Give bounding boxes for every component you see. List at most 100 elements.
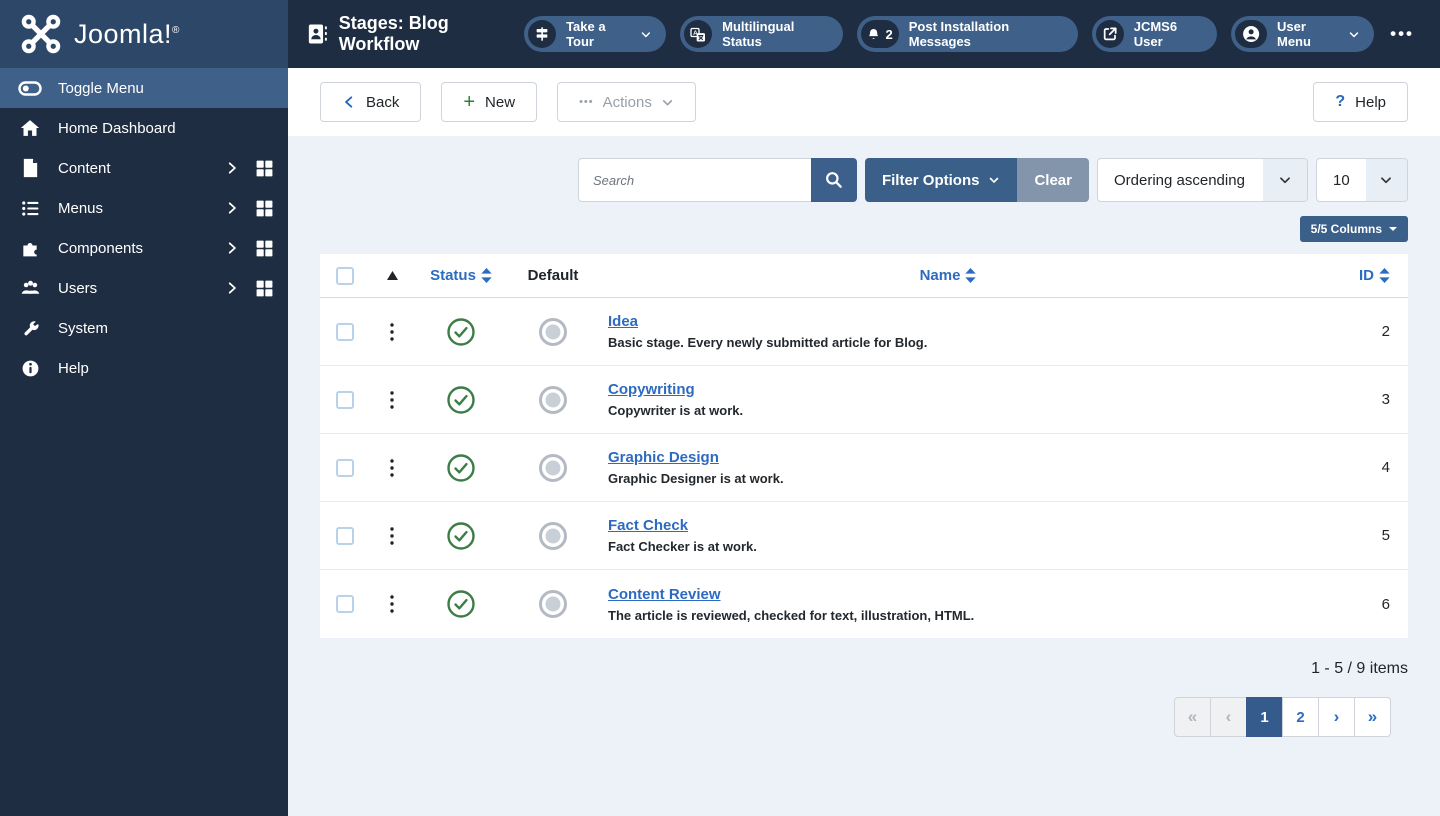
status-published-toggle[interactable] xyxy=(414,453,508,483)
row-checkbox[interactable] xyxy=(336,595,354,613)
status-published-toggle[interactable] xyxy=(414,589,508,619)
sidebar-item-label: Components xyxy=(58,239,144,257)
sidebar-item-system[interactable]: System xyxy=(0,308,288,348)
columns-label: 5/5 Columns xyxy=(1310,222,1382,236)
ordering-sort-header[interactable] xyxy=(370,271,414,280)
row-checkbox[interactable] xyxy=(336,390,354,409)
external-link-icon xyxy=(1095,20,1124,48)
new-button[interactable]: + New xyxy=(441,82,538,122)
stage-name-link[interactable]: Copywriting xyxy=(608,381,695,398)
pagination-first-button[interactable]: « xyxy=(1174,697,1211,737)
id-column-header[interactable]: ID xyxy=(1359,267,1390,284)
radio-circle-icon xyxy=(539,453,567,482)
post-installation-messages-button[interactable]: 2 Post Installation Messages xyxy=(857,16,1078,52)
default-toggle[interactable] xyxy=(508,589,598,619)
actions-button[interactable]: ••• Actions xyxy=(557,82,696,122)
status-column-header[interactable]: Status xyxy=(430,267,492,284)
table-row: Fact Check Fact Checker is at work. 5 xyxy=(320,502,1408,570)
stage-name-link[interactable]: Fact Check xyxy=(608,517,688,534)
status-published-toggle[interactable] xyxy=(414,521,508,551)
row-checkbox[interactable] xyxy=(336,322,354,341)
top-bar-pills: Take a Tour A Multilingual Status 2 Post… xyxy=(524,16,1375,52)
sidebar-item-content[interactable]: Content xyxy=(0,148,288,188)
chevron-down-icon xyxy=(1263,159,1307,201)
pagination-page-2-button[interactable]: 2 xyxy=(1282,697,1319,737)
page-title: Stages: Blog Workflow xyxy=(306,13,524,55)
default-toggle[interactable] xyxy=(508,317,598,347)
default-column-header: Default xyxy=(527,267,579,284)
sidebar-item-help[interactable]: Help xyxy=(0,348,288,388)
multilingual-status-label: Multilingual Status xyxy=(722,19,795,49)
status-published-toggle[interactable] xyxy=(414,385,508,415)
select-all-checkbox[interactable] xyxy=(336,266,354,285)
list-limit-select[interactable]: 10 xyxy=(1316,158,1408,202)
filter-options-button[interactable]: Filter Options xyxy=(864,158,1018,202)
registered-mark: ® xyxy=(172,24,180,36)
sidebar-item-components[interactable]: Components xyxy=(0,228,288,268)
pagination-last-button[interactable]: » xyxy=(1354,697,1391,737)
default-toggle[interactable] xyxy=(508,453,598,483)
stages-table: Status Default Name ID Idea Basic stage.… xyxy=(320,254,1408,638)
stage-id: 2 xyxy=(1381,323,1390,340)
row-checkbox[interactable] xyxy=(336,526,354,545)
stage-name-link[interactable]: Idea xyxy=(608,313,638,330)
user-menu-button[interactable]: User Menu xyxy=(1230,16,1375,52)
chevron-down-icon xyxy=(642,31,651,37)
clear-button[interactable]: Clear xyxy=(1017,158,1089,202)
wrench-icon xyxy=(18,319,42,338)
search-input[interactable] xyxy=(577,158,811,202)
drag-handle[interactable] xyxy=(370,458,414,477)
ordering-select[interactable]: Ordering ascending xyxy=(1097,158,1308,202)
search-button[interactable] xyxy=(810,158,857,202)
name-column-header[interactable]: Name xyxy=(920,267,977,284)
vertical-dots-icon xyxy=(390,526,394,545)
take-a-tour-button[interactable]: Take a Tour xyxy=(524,16,667,52)
columns-toggle-badge[interactable]: 5/5 Columns xyxy=(1299,216,1408,242)
list-icon xyxy=(18,199,42,218)
logo-text: Joomla!® xyxy=(74,18,180,49)
stage-name-link[interactable]: Graphic Design xyxy=(608,449,719,466)
default-toggle[interactable] xyxy=(508,521,598,551)
drag-handle[interactable] xyxy=(370,526,414,545)
sidebar-item-home-dashboard[interactable]: Home Dashboard xyxy=(0,108,288,148)
sidebar-item-toggle-menu[interactable]: Toggle Menu xyxy=(0,68,288,108)
dashboard-grid-icon[interactable] xyxy=(255,239,274,258)
ordering-value: Ordering ascending xyxy=(1114,171,1245,189)
sort-icon xyxy=(965,268,977,283)
pagination-prev-button[interactable]: ‹ xyxy=(1210,697,1247,737)
dashboard-grid-icon[interactable] xyxy=(255,199,274,218)
pagination-page-1-button[interactable]: 1 xyxy=(1246,697,1283,737)
new-label: New xyxy=(485,93,516,111)
sidebar-item-label: Menus xyxy=(58,199,104,217)
stage-description: Copywriter is at work. xyxy=(608,403,744,418)
vertical-dots-icon xyxy=(390,322,394,341)
results-counter: 1 - 5 / 9 items xyxy=(1311,660,1408,677)
sidebar-item-label: Help xyxy=(58,359,89,377)
sidebar-item-menus[interactable]: Menus xyxy=(0,188,288,228)
back-button[interactable]: Back xyxy=(320,82,422,122)
status-published-toggle[interactable] xyxy=(414,317,508,347)
help-button[interactable]: ? Help xyxy=(1313,82,1408,122)
take-a-tour-label: Take a Tour xyxy=(566,19,606,49)
dashboard-grid-icon[interactable] xyxy=(255,159,274,178)
preview-site-button[interactable]: JCMS6 User xyxy=(1091,16,1217,52)
multilingual-status-button[interactable]: A Multilingual Status xyxy=(680,16,844,52)
sidebar-item-users[interactable]: Users xyxy=(0,268,288,308)
workflow-stages-icon xyxy=(308,24,327,44)
row-checkbox[interactable] xyxy=(336,458,354,477)
table-row: Idea Basic stage. Every newly submitted … xyxy=(320,298,1408,366)
pagination-next-button[interactable]: › xyxy=(1318,697,1355,737)
dashboard-grid-icon[interactable] xyxy=(255,279,274,298)
more-options-icon[interactable]: ••• xyxy=(1390,24,1414,44)
back-label: Back xyxy=(366,93,400,111)
stage-description: Graphic Designer is at work. xyxy=(608,471,784,486)
stage-name-link[interactable]: Content Review xyxy=(608,586,721,603)
actions-dots-icon: ••• xyxy=(579,96,594,108)
drag-handle[interactable] xyxy=(370,390,414,409)
drag-handle[interactable] xyxy=(370,595,414,613)
default-toggle[interactable] xyxy=(508,385,598,415)
check-circle-icon xyxy=(447,317,475,346)
page-title-text: Stages: Blog Workflow xyxy=(338,13,449,54)
sort-asc-triangle-icon xyxy=(386,271,398,280)
drag-handle[interactable] xyxy=(370,322,414,341)
